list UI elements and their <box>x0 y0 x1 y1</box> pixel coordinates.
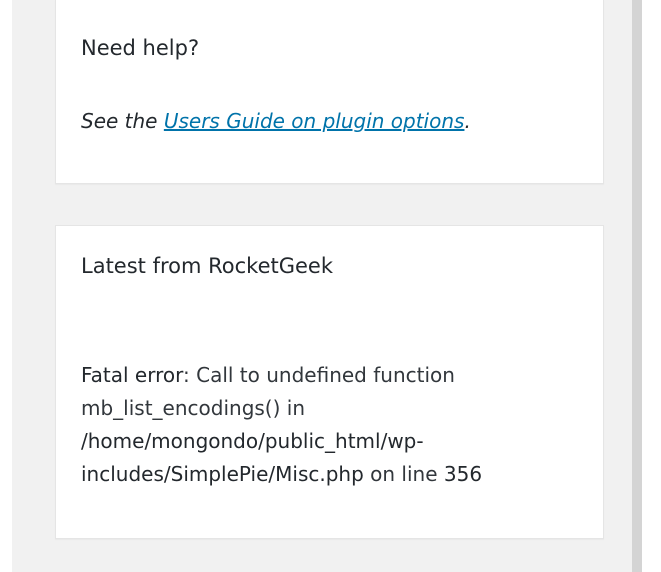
help-text-suffix: . <box>464 109 471 133</box>
error-line-number: 356 <box>443 462 483 486</box>
help-text-prefix: See the <box>81 109 164 133</box>
latest-news-title: Latest from RocketGeek <box>81 254 333 278</box>
help-text: See the Users Guide on plugin options. <box>81 109 471 133</box>
need-help-box: Need help? See the Users Guide on plugin… <box>55 0 604 184</box>
need-help-title: Need help? <box>81 36 200 60</box>
left-page-edge <box>0 0 12 572</box>
right-page-edge <box>642 0 661 572</box>
right-scroll-border <box>632 0 642 572</box>
users-guide-link[interactable]: Users Guide on plugin options <box>164 109 465 133</box>
error-line-text: on line <box>363 462 444 486</box>
latest-news-box: Latest from RocketGeek Fatal error: Call… <box>55 225 604 539</box>
fatal-error-message: Fatal error: Call to undefined function … <box>81 359 581 491</box>
error-label: Fatal error <box>81 363 184 387</box>
